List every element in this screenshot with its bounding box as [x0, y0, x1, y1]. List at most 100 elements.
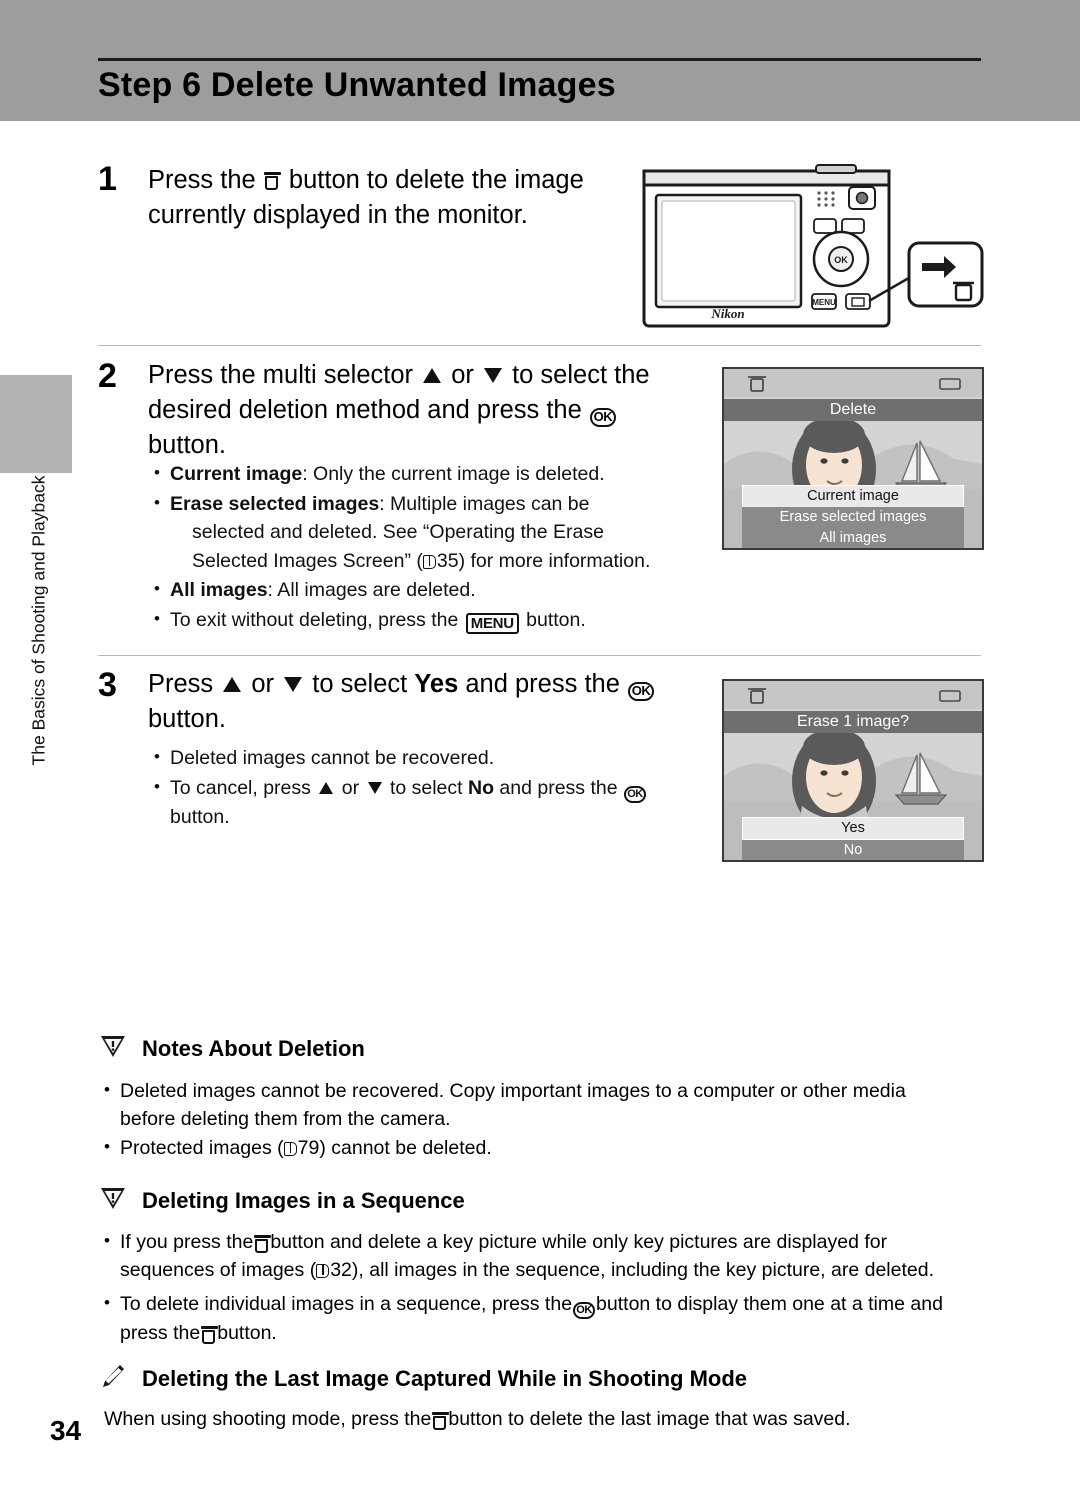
lcd-option-erase-selected-images[interactable]: Erase selected images [742, 507, 964, 528]
bullet-exit-without-deleting: To exit without deleting, press the MENU… [148, 605, 708, 635]
divider-step2 [98, 345, 981, 346]
bullet-cancel-or: or [341, 776, 360, 799]
bullet-cancel-c: and press the [499, 776, 618, 799]
bullet-cannot-recover: Deleted images cannot be recovered. [148, 743, 708, 773]
trash-icon [432, 1412, 450, 1430]
ok-button-icon: OK [573, 1302, 596, 1319]
page-number: 34 [50, 1415, 82, 1446]
seq-bullet-1-ref: 32 [330, 1259, 352, 1281]
bullet-erase-line3-ref: 35 [436, 549, 459, 572]
seq-bullet-1-line2: sequences of images ( 32), all images in … [120, 1256, 998, 1284]
deleting-sequence-body: If you press the button and delete a key … [98, 1227, 998, 1348]
svg-text:MENU: MENU [812, 298, 836, 307]
bullet-all-images-text: : All images are deleted. [267, 579, 476, 601]
lcd-confirm-title: Erase 1 image? [724, 711, 982, 733]
seq-bullet-1: If you press the button and delete a key … [98, 1227, 998, 1284]
bullet-erase-selected-line2: selected and deleted. See “Operating the… [192, 521, 604, 543]
warning-icon [100, 1186, 126, 1211]
arrow-down-icon [367, 781, 382, 794]
step-3-b: to select [312, 670, 408, 698]
step-3-d: button. [148, 705, 226, 733]
bullet-current-image-text: : Only the current image is deleted. [302, 463, 605, 485]
step-2-bullets: Current image: Only the current image is… [148, 459, 708, 635]
notes-about-deletion-body: Deleted images cannot be recovered. Copy… [98, 1076, 988, 1163]
step-3-c: and press the [465, 670, 620, 698]
arrow-up-icon [223, 677, 242, 692]
lcd-option-all-images[interactable]: All images [742, 528, 964, 548]
step-1-text-before: Press the [148, 166, 256, 194]
camera-illustration: OK MENU Nikon [636, 163, 986, 333]
bullet-current-image-label: Current image [170, 463, 303, 485]
step-3-number: 3 [98, 666, 117, 704]
book-reference-icon [422, 554, 436, 569]
lcd-delete-title: Delete [724, 399, 982, 421]
lcd-delete-menu: Delete Current image Erase selected imag… [722, 367, 984, 550]
note-bullet-1-line1: Deleted images cannot be recovered. Copy… [120, 1080, 906, 1102]
trash-icon [254, 1235, 272, 1253]
step-3-text: Press or to select Yes and press the OK … [148, 667, 708, 737]
camera-back-svg: OK MENU Nikon [642, 164, 984, 328]
step-1-number: 1 [98, 160, 117, 198]
bullet-erase-line3-b: ) for more information. [458, 549, 651, 572]
arrow-down-icon [483, 368, 502, 383]
step-2-text-b: to select the [512, 361, 650, 389]
note-bullet-2-a: Protected images ( [120, 1137, 284, 1159]
notes-about-deletion-heading: Notes About Deletion [142, 1036, 365, 1061]
bullet-cancel: To cancel, press or to select No and pre… [148, 773, 708, 832]
bullet-erase-selected-line3: Selected Images Screen” ( 35) for more in… [170, 547, 708, 576]
seq-bullet-1-d: ), all images in the sequence, including… [351, 1259, 935, 1281]
ok-button-icon: OK [628, 682, 654, 701]
seq-bullet-1-a: If you press the [120, 1231, 254, 1253]
svg-text:OK: OK [834, 255, 848, 265]
note-bullet-1-line2: before deleting them from the camera. [120, 1108, 451, 1130]
book-reference-icon [283, 1142, 297, 1156]
step-3-yes: Yes [414, 670, 459, 698]
bullet-cancel-a: To cancel, press [170, 776, 311, 799]
warning-icon [100, 1034, 126, 1059]
bullet-exit-a: To exit without deleting, press the [170, 608, 459, 631]
ok-button-icon: OK [624, 785, 646, 803]
note-bullet-2-b: ) cannot be deleted. [319, 1137, 492, 1159]
book-reference-icon [316, 1264, 330, 1278]
step-2-number: 2 [98, 357, 117, 395]
last-image-body: When using shooting mode, press the butto… [104, 1405, 1004, 1433]
divider-step3 [98, 655, 981, 656]
lcd-option-no[interactable]: No [742, 840, 964, 860]
bullet-erase-selected: Erase selected images: Multiple images c… [148, 489, 708, 576]
bullet-cancel-no: No [467, 776, 494, 799]
bullet-current-image: Current image: Only the current image is… [148, 459, 708, 489]
lcd-option-current-image[interactable]: Current image [742, 485, 964, 508]
seq-bullet-2: To delete individual images in a sequenc… [98, 1289, 998, 1347]
bullet-erase-selected-label: Erase selected images [170, 492, 380, 515]
ok-button-icon: OK [589, 408, 616, 427]
step-2-line3: button. [148, 431, 226, 459]
bullet-erase-line3-a: Selected Images Screen” ( [192, 549, 423, 572]
last-image-heading: Deleting the Last Image Captured While i… [142, 1366, 748, 1391]
arrow-up-icon [423, 368, 442, 383]
menu-button-icon: MENU [465, 612, 519, 634]
step-1-text: Press the button to delete the image cur… [148, 163, 618, 233]
step-3-a: Press [148, 670, 214, 698]
seq-bullet-1-c: sequences of images ( [120, 1259, 317, 1281]
bullet-erase-selected-text: : Multiple images can be [379, 492, 590, 515]
bullet-exit-b: button. [526, 608, 586, 631]
step-2-line2: desired deletion method and press the [148, 396, 582, 424]
note-bullet-1: Deleted images cannot be recovered. Copy… [98, 1076, 988, 1133]
arrow-up-icon [319, 781, 334, 794]
lcd-confirm-dialog: Erase 1 image? Yes No [722, 679, 984, 862]
page-content: 1 Press the button to delete the image c… [0, 0, 1080, 1486]
step-2-text-a: Press the multi selector [148, 361, 414, 389]
deleting-sequence-heading: Deleting Images in a Sequence [142, 1188, 465, 1213]
svg-text:Nikon: Nikon [710, 306, 744, 321]
step-3-or: or [251, 670, 275, 698]
seq-bullet-2-d: button. [217, 1322, 277, 1344]
seq-bullet-1-b: button and delete a key picture while on… [270, 1231, 888, 1253]
seq-bullet-2-c: press the [120, 1322, 201, 1344]
lcd-option-yes[interactable]: Yes [742, 817, 964, 840]
bullet-all-images: All images: All images are deleted. [148, 575, 708, 605]
note-bullet-2-ref: 79 [297, 1137, 320, 1159]
seq-bullet-2-line2: press the button. [120, 1319, 998, 1347]
step-3-bullets: Deleted images cannot be recovered. To c… [148, 743, 708, 832]
bullet-cancel-d: button. [170, 805, 230, 828]
pencil-icon [100, 1364, 126, 1389]
